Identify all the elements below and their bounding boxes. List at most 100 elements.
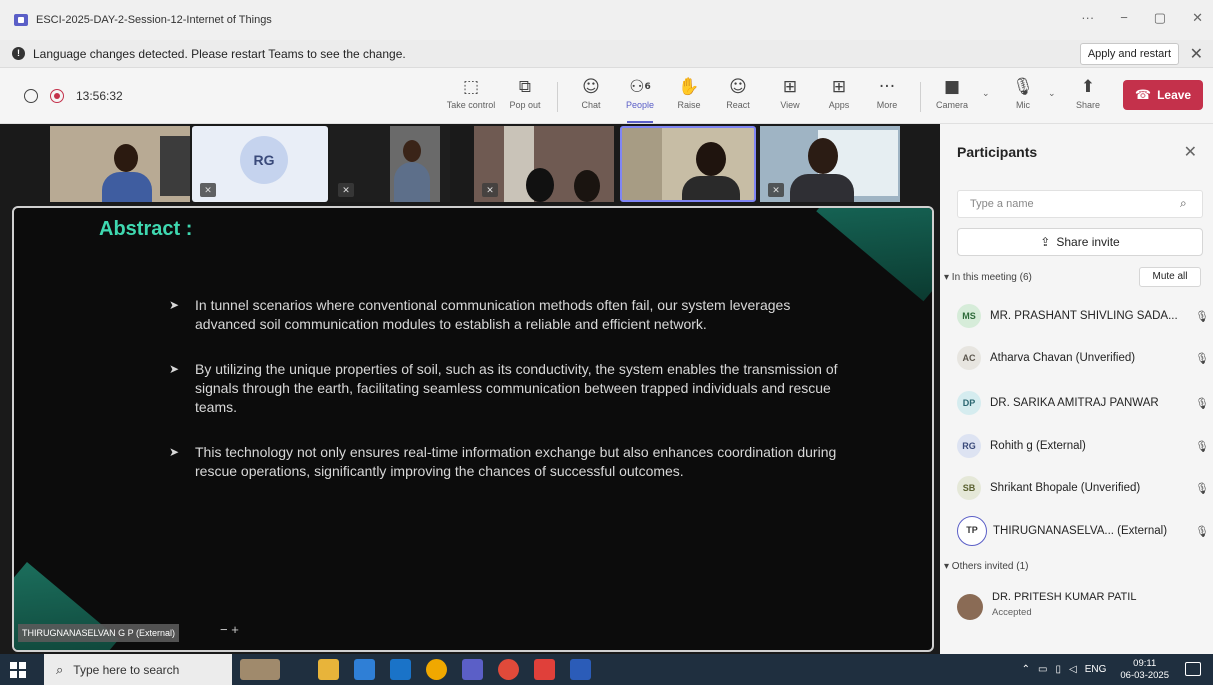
notice-message: Language changes detected. Please restar… — [33, 46, 406, 61]
more-options-icon[interactable]: ··· — [1081, 10, 1094, 26]
mic-options-chevron-icon[interactable]: ⌄ — [1048, 88, 1056, 99]
battery-icon[interactable]: ▯ — [1056, 664, 1062, 675]
close-panel-icon[interactable]: ✕ — [1184, 142, 1197, 162]
language-indicator[interactable]: ENG — [1085, 664, 1107, 675]
participant-search-input[interactable] — [957, 190, 1203, 218]
share-invite-button[interactable]: ⇪ Share invite — [957, 228, 1203, 256]
participant-body — [790, 174, 854, 202]
slide-title: Abstract : — [99, 218, 193, 240]
participant-head — [696, 142, 726, 176]
participant-body — [394, 162, 430, 202]
mic-icon: 🎙 — [1195, 396, 1209, 410]
chat-label: Chat — [581, 100, 601, 110]
take-control-button[interactable]: ⬚ Take control — [446, 76, 496, 118]
browser-icon[interactable] — [498, 659, 519, 680]
participant-row[interactable]: MS MR. PRASHANT SHIVLING SADA... 🎙 — [957, 302, 1209, 330]
in-meeting-section-header[interactable]: ▾ In this meeting (6) — [944, 272, 1032, 283]
participant-body — [682, 176, 740, 200]
mic-label: Mic — [1016, 100, 1030, 110]
participant-row[interactable]: DP DR. SARIKA AMITRAJ PANWAR 🎙 — [957, 389, 1209, 417]
mic-muted-icon: 🎙 — [1195, 351, 1209, 365]
participant-video-tile[interactable]: ✕ — [330, 126, 450, 202]
more-button[interactable]: ··· More — [862, 76, 912, 118]
camera-button[interactable]: ■ Camera — [927, 76, 977, 118]
volume-icon[interactable]: ◁ — [1069, 664, 1077, 675]
people-icon: ⚇6 — [615, 76, 665, 98]
bullet-arrow-icon: ➤ — [169, 445, 180, 459]
camera-options-chevron-icon[interactable]: ⌄ — [982, 88, 990, 99]
start-menu-icon[interactable] — [10, 662, 26, 678]
participant-video-tile[interactable]: ✕ — [474, 126, 614, 202]
zoom-controls[interactable]: − + — [220, 622, 239, 637]
close-window-icon[interactable]: ✕ — [1192, 10, 1203, 26]
windows-taskbar: ⌕ Type here to search ⌃ ▭ ▯ ◁ ENG 09:11 … — [0, 654, 1213, 685]
word-icon[interactable] — [570, 659, 591, 680]
search-highlight-icon[interactable] — [240, 659, 280, 680]
leave-label: Leave — [1157, 88, 1192, 102]
others-invited-section-header[interactable]: ▾ Others invited (1) — [944, 561, 1029, 572]
leave-button[interactable]: ☎ Leave — [1123, 80, 1203, 110]
share-button[interactable]: ⬆ Share — [1063, 76, 1113, 118]
maximize-icon[interactable]: ▢ — [1154, 10, 1166, 26]
participant-row[interactable]: RG Rohith g (External) 🎙 — [957, 432, 1209, 460]
teams-icon[interactable] — [462, 659, 483, 680]
toolbar-divider — [557, 82, 558, 112]
bullet-text: This technology not only ensures real-ti… — [195, 444, 837, 479]
clock-time: 09:11 — [1133, 657, 1157, 669]
muted-mic-icon: ✕ — [200, 183, 216, 197]
active-speaker-video-tile[interactable] — [620, 126, 756, 202]
recording-icon — [50, 89, 64, 103]
powerpoint-icon[interactable] — [534, 659, 555, 680]
react-button[interactable]: ☺ React — [713, 76, 763, 118]
system-clock[interactable]: 09:11 06-03-2025 — [1120, 658, 1169, 682]
more-icon: ··· — [878, 77, 896, 97]
file-explorer-icon[interactable] — [318, 659, 339, 680]
take-control-icon: ⬚ — [462, 77, 480, 97]
participant-head — [808, 138, 838, 174]
participant-head — [574, 170, 600, 202]
participant-avatar-tile[interactable]: RG ✕ — [192, 126, 328, 202]
mic-muted-icon: 🎙 — [1012, 77, 1034, 97]
outlook-icon[interactable] — [390, 659, 411, 680]
window-titlebar: ESCI-2025-DAY-2-Session-12-Internet of T… — [0, 0, 1213, 40]
taskbar-search-box[interactable]: ⌕ Type here to search — [44, 654, 232, 685]
avatar: MS — [957, 304, 981, 328]
participants-panel: Participants ✕ ⌕ ⇪ Share invite ▾ In thi… — [940, 124, 1213, 654]
raise-hand-button[interactable]: ✋ Raise — [664, 76, 714, 118]
participant-row[interactable]: AC Atharva Chavan (Unverified) 🎙 — [957, 344, 1209, 372]
muted-mic-icon: ✕ — [338, 183, 354, 197]
apps-icon: ⊞ — [831, 77, 847, 97]
network-icon[interactable]: ▭ — [1038, 664, 1047, 675]
mute-all-button[interactable]: Mute all — [1139, 267, 1201, 287]
participant-row[interactable]: SB Shrikant Bhopale (Unverified) 🎙 — [957, 474, 1209, 502]
avatar: AC — [957, 346, 981, 370]
notifications-icon[interactable] — [1185, 662, 1201, 676]
presenter-name-tag: THIRUGNANASELVAN G P (External) — [18, 624, 180, 642]
taskbar-search-placeholder: Type here to search — [73, 662, 180, 677]
participant-row[interactable]: TP THIRUGNANASELVA... (External) 🎙 — [957, 514, 1209, 548]
mic-button[interactable]: 🎙 Mic — [998, 76, 1048, 118]
participant-video-tile[interactable]: ✕ — [760, 126, 900, 202]
people-glyph: ⚇ — [629, 77, 645, 97]
minimize-icon[interactable]: − — [1120, 10, 1128, 26]
clock-date: 06-03-2025 — [1120, 669, 1169, 681]
share-icon: ⬆ — [1080, 77, 1096, 97]
apps-button[interactable]: ⊞ Apps — [814, 76, 864, 118]
people-button[interactable]: ⚇6 People — [615, 76, 665, 123]
participant-head — [114, 144, 138, 172]
teams-logo-icon — [14, 14, 28, 26]
slide-bullet-list: ➤ In tunnel scenarios where conventional … — [169, 296, 849, 507]
apply-and-restart-button[interactable]: Apply and restart — [1079, 43, 1179, 65]
tray-overflow-icon[interactable]: ⌃ — [1022, 664, 1030, 675]
meeting-timer: 13:56:32 — [76, 89, 123, 103]
pop-out-button[interactable]: ⧉ Pop out — [500, 76, 550, 118]
pop-out-label: Pop out — [509, 100, 541, 110]
view-button[interactable]: ⊞ View — [765, 76, 815, 118]
participant-video-tile[interactable]: ✕ — [50, 126, 190, 202]
meeting-toolbar: 13:56:32 ⬚ Take control ⧉ Pop out ☺ Chat… — [0, 68, 1213, 124]
chat-button[interactable]: ☺ Chat — [566, 76, 616, 118]
chrome-icon[interactable] — [426, 659, 447, 680]
close-notice-icon[interactable]: ✕ — [1190, 44, 1203, 64]
calculator-app-icon[interactable] — [354, 659, 375, 680]
meeting-info-icon[interactable] — [24, 89, 38, 103]
